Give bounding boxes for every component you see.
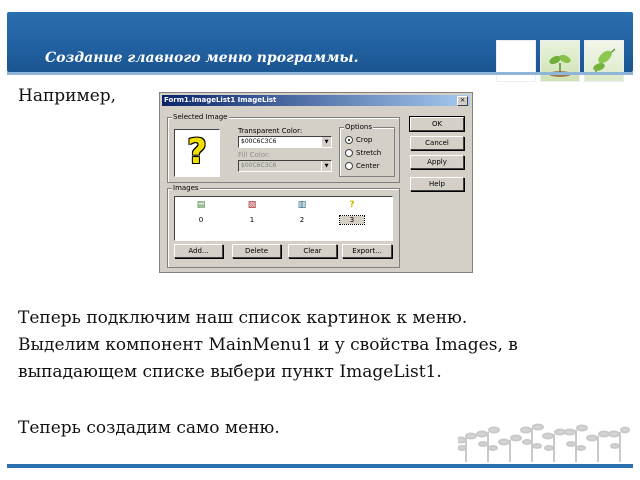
- paragraph-line: Выделим компонент MainMenu1 и у свойства…: [18, 335, 518, 355]
- header-thumbnail-leaf: [584, 40, 624, 82]
- paragraph-line: выпадающем списке выбери пункт ImageList…: [18, 362, 442, 382]
- dialog-titlebar[interactable]: Form1.ImageList1 ImageList ×: [162, 95, 470, 106]
- images-list[interactable]: ▤ 0 ▧ 1 ▥ 2 ? 3: [174, 196, 393, 241]
- dialog-close-button[interactable]: ×: [457, 96, 468, 106]
- chevron-down-icon[interactable]: ▼: [321, 137, 331, 147]
- image-item-selected[interactable]: ? 3: [339, 200, 365, 225]
- fill-color-label: Fill Color:: [238, 151, 271, 159]
- chevron-down-icon[interactable]: ▼: [321, 161, 331, 171]
- question-mark-icon: ?: [187, 132, 207, 172]
- image-item[interactable]: ▤ 0: [189, 200, 213, 224]
- images-label: Images: [172, 184, 200, 192]
- clear-button[interactable]: Clear: [288, 244, 337, 258]
- fill-color-value: $00C6C3C6: [241, 162, 277, 169]
- image-item[interactable]: ▧ 1: [240, 200, 264, 224]
- image-item[interactable]: ▥ 2: [290, 200, 314, 224]
- header-thumbnail-blank: [496, 40, 536, 82]
- image-index: 1: [249, 216, 255, 224]
- help-button[interactable]: Help: [410, 177, 464, 191]
- delete-button[interactable]: Delete: [232, 244, 281, 258]
- slide-title: Создание главного меню программы.: [45, 50, 359, 66]
- paragraph-line: Теперь подключим наш список картинок к м…: [18, 308, 468, 328]
- dialog-title: Form1.ImageList1 ImageList: [164, 96, 277, 104]
- document-edit-icon: ▧: [247, 200, 257, 210]
- crop-radio[interactable]: [345, 136, 353, 144]
- stretch-radio[interactable]: [345, 149, 353, 157]
- image-index: 2: [299, 216, 305, 224]
- transparent-color-value: $00C6C3C6: [241, 138, 277, 145]
- imagelist-dialog: Form1.ImageList1 ImageList × Selected Im…: [159, 92, 473, 273]
- network-document-icon: ▥: [297, 200, 307, 210]
- selected-image-group: Selected Image ? Transparent Color: $00C…: [167, 113, 400, 183]
- ok-button[interactable]: OK: [409, 116, 465, 132]
- slide-header: Создание главного меню программы.: [7, 12, 633, 82]
- cancel-button[interactable]: Cancel: [410, 136, 464, 150]
- fill-color-combo[interactable]: $00C6C3C6 ▼: [238, 160, 332, 172]
- export-button[interactable]: Export...: [342, 244, 392, 258]
- header-thumbnail-sprout: [540, 40, 580, 82]
- intro-text: Например,: [18, 86, 117, 106]
- closing-text: Теперь создадим само меню.: [18, 418, 280, 438]
- options-label: Options: [344, 123, 374, 131]
- transparent-color-combo[interactable]: $00C6C3C6 ▼: [238, 136, 332, 148]
- document-icon: ▤: [196, 200, 206, 210]
- add-button[interactable]: Add...: [174, 244, 223, 258]
- footer-bar: [7, 464, 633, 468]
- image-index: 3: [339, 215, 365, 225]
- center-label: Center: [356, 162, 380, 170]
- question-mark-icon: ?: [349, 200, 355, 210]
- selected-image-label: Selected Image: [172, 113, 229, 121]
- image-index: 0: [198, 216, 204, 224]
- images-group: Images ▤ 0 ▧ 1 ▥ 2 ? 3 Add... Delete Cle…: [167, 184, 400, 268]
- selected-image-preview: ?: [174, 129, 220, 177]
- center-radio[interactable]: [345, 162, 353, 170]
- sprouts-decoration: [458, 423, 630, 462]
- header-divider: [7, 72, 633, 75]
- apply-button[interactable]: Apply: [410, 155, 464, 169]
- transparent-color-label: Transparent Color:: [238, 127, 303, 135]
- stretch-label: Stretch: [356, 149, 382, 157]
- crop-label: Crop: [356, 136, 373, 144]
- options-group: Options Crop Stretch Center: [339, 123, 395, 177]
